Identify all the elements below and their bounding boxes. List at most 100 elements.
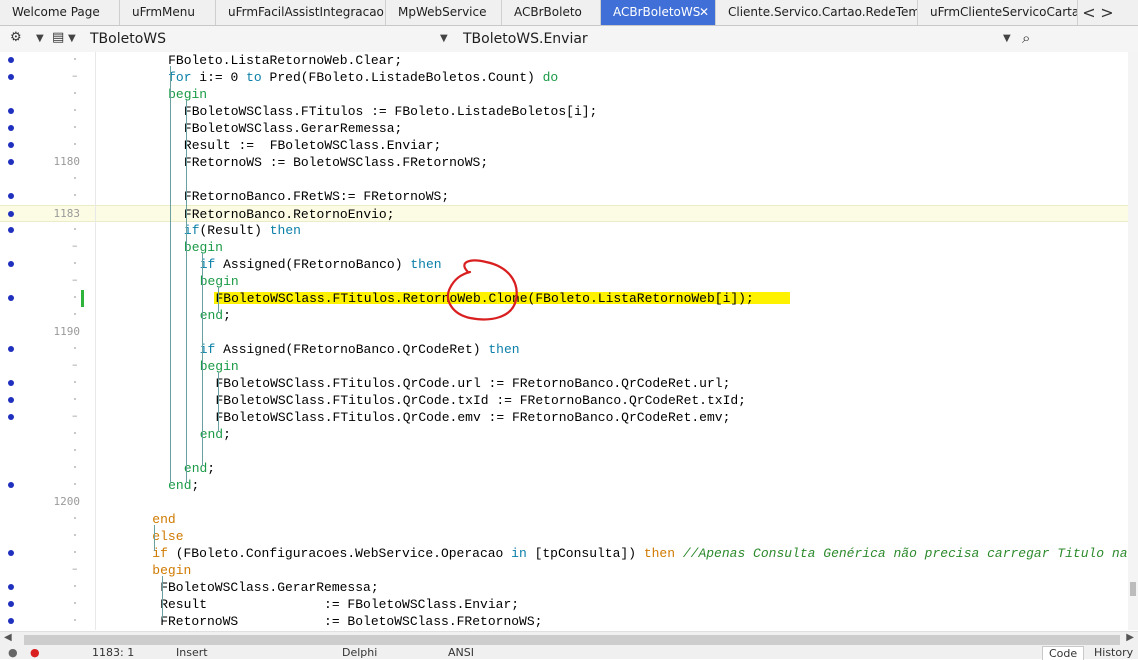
scroll-left-icon[interactable]: ◀ [4,632,12,643]
tab-acbrboletows[interactable]: ACBrBoletoWS ✕ [601,0,716,25]
breakpoint-marker-icon[interactable] [8,159,14,165]
close-icon[interactable]: ✕ [699,0,709,25]
structure-icon[interactable]: ▤ [52,30,64,45]
tab-scroll-right-icon[interactable]: > [1100,0,1114,25]
breakpoint-marker-icon[interactable] [8,193,14,199]
chevron-down-icon[interactable]: ▼ [1003,33,1011,44]
search-icon[interactable]: ⌕ [1022,29,1030,47]
code-line[interactable] [0,171,1128,188]
breakpoint-marker-icon[interactable] [8,414,14,420]
code-line[interactable]: if Assigned(FRetornoBanco) then [0,256,1128,273]
code-line[interactable]: FBoletoWSClass.FTitulos := FBoleto.Lista… [0,103,1128,120]
breakpoint-marker-icon[interactable] [8,550,14,556]
code-line[interactable]: – begin [0,358,1128,375]
block-guide-line [201,253,203,466]
code-line[interactable]: Result := FBoletoWSClass.Enviar; [0,137,1128,154]
code-line[interactable]: end; [0,426,1128,443]
code-text: FBoletoWSClass.FTitulos.QrCode.url := FR… [216,375,731,392]
settings-icon[interactable]: ⚙ [10,30,22,45]
code-text: FBoleto.ListaRetornoWeb.Clear; [168,52,402,69]
code-line[interactable]: 1190 [0,324,1128,341]
code-line[interactable]: – begin [0,562,1128,579]
tab-acbrboleto[interactable]: ACBrBoleto [502,0,601,25]
breakpoint-marker-icon[interactable] [8,397,14,403]
breakpoint-marker-icon[interactable] [8,108,14,114]
scroll-right-icon[interactable]: ▶ [1126,632,1134,643]
tab-ufrmclienteservicocartaoc[interactable]: uFrmClienteServicoCartaoC [918,0,1078,25]
status-bar: ● ● 1183: 1 Insert Delphi ANSI Code Hist… [0,646,1138,660]
code-line[interactable]: – begin [0,273,1128,290]
breakpoint-icon[interactable]: ● [8,646,18,659]
breakpoint-marker-icon[interactable] [8,125,14,131]
code-token: begin [168,87,208,102]
vertical-scrollbar[interactable] [1128,52,1138,630]
code-line[interactable]: – FBoletoWSClass.FTitulos.QrCode.emv := F… [0,409,1128,426]
horizontal-scrollbar[interactable]: ◀ ▶ [0,631,1138,647]
code-text: end; [200,426,231,443]
breakpoint-marker-icon[interactable] [8,261,14,267]
code-line[interactable]: end [0,511,1128,528]
code-line[interactable]: FBoleto.ListaRetornoWeb.Clear; [0,52,1128,69]
method-combo[interactable]: TBoletoWS.Enviar [463,29,983,49]
code-line[interactable]: – begin [0,239,1128,256]
breakpoint-marker-icon[interactable] [8,295,14,301]
tab-scroll-left-icon[interactable]: < [1082,0,1096,25]
code-line[interactable]: FBoletoWSClass.FTitulos.QrCode.url := FR… [0,375,1128,392]
code-line[interactable]: begin [0,86,1128,103]
breakpoint-marker-icon[interactable] [8,618,14,624]
breakpoint-marker-icon[interactable] [8,74,14,80]
dropdown-arrow-icon[interactable]: ▼ [68,33,76,44]
tab-cliente-servico-cartao-redetem[interactable]: Cliente.Servico.Cartao.RedeTem [716,0,918,25]
class-combo[interactable]: TBoletoWS [90,29,430,49]
code-line[interactable]: if Assigned(FRetornoBanco.QrCodeRet) the… [0,341,1128,358]
breakpoint-marker-icon[interactable] [8,482,14,488]
code-line[interactable]: FRetornoWS := BoletoWSClass.FRetornoWS; [0,613,1128,630]
breakpoint-marker-icon[interactable] [8,601,14,607]
code-line[interactable]: FBoletoWSClass.GerarRemessa; [0,579,1128,596]
tab-welcome-page[interactable]: Welcome Page [0,0,120,25]
breakpoint-marker-icon[interactable] [8,211,14,217]
tab-ufrmfacilassistintegracao[interactable]: uFrmFacilAssistIntegracao [216,0,386,25]
chevron-down-icon[interactable]: ▼ [440,33,448,44]
encoding-label[interactable]: ANSI [448,646,474,659]
breakpoint-marker-icon[interactable] [8,380,14,386]
tab-label: Cliente.Servico.Cartao.RedeTem [728,5,918,19]
gutter-dot [74,619,76,621]
stop-icon[interactable]: ● [30,646,40,659]
code-line[interactable]: FRetornoBanco.FRetWS:= FRetornoWS; [0,188,1128,205]
gutter-dot [74,517,76,519]
horizontal-scroll-thumb[interactable] [24,635,1120,645]
code-line[interactable]: FBoletoWSClass.FTitulos.QrCode.txId := F… [0,392,1128,409]
code-line[interactable]: end; [0,307,1128,324]
tab-code[interactable]: Code [1042,646,1085,660]
code-line[interactable]: – for i:= 0 to Pred(FBoleto.ListadeBoleto… [0,69,1128,86]
breakpoint-marker-icon[interactable] [8,57,14,63]
breakpoint-marker-icon[interactable] [8,227,14,233]
code-line[interactable]: FBoletoWSClass.GerarRemessa; [0,120,1128,137]
code-line[interactable]: 1200 [0,494,1128,511]
breakpoint-marker-icon[interactable] [8,584,14,590]
code-line[interactable]: if (FBoleto.Configuracoes.WebService.Ope… [0,545,1128,562]
code-line[interactable]: end; [0,460,1128,477]
dropdown-arrow-icon[interactable]: ▼ [36,33,44,44]
code-line[interactable]: 1180 FRetornoWS := BoletoWSClass.FRetorno… [0,154,1128,171]
tab-history[interactable]: History [1088,646,1138,659]
code-line[interactable]: else [0,528,1128,545]
code-line[interactable]: FBoletoWSClass.FTitulos.RetornoWeb.Clone… [0,290,1128,307]
code-line[interactable]: Result := FBoletoWSClass.Enviar; [0,596,1128,613]
gutter-dot [74,398,76,400]
code-line[interactable]: 1183 FRetornoBanco.RetornoEnvio; [0,205,1128,222]
code-editor[interactable]: FBoleto.ListaRetornoWeb.Clear; – for i:= 0… [0,52,1128,630]
code-token: ; [223,427,231,442]
code-line[interactable]: if(Result) then [0,222,1128,239]
tab-ufrmmenu[interactable]: uFrmMenu [120,0,216,25]
code-text: FBoletoWSClass.FTitulos.QrCode.emv := FR… [216,409,731,426]
vertical-scroll-thumb[interactable] [1130,582,1136,596]
breakpoint-marker-icon[interactable] [8,346,14,352]
breakpoint-marker-icon[interactable] [8,142,14,148]
code-token: (FBoleto.Configuracoes.WebService.Operac… [167,546,512,561]
code-line[interactable]: end; [0,477,1128,494]
code-line[interactable] [0,443,1128,460]
tab-mpwebservice[interactable]: MpWebService [386,0,502,25]
